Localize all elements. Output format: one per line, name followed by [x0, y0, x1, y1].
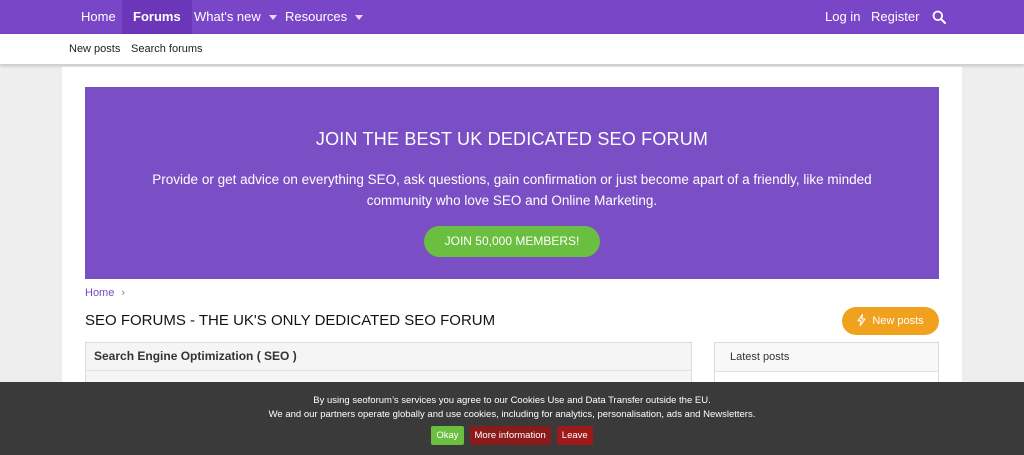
cookie-consent-bar: By using seoforum’s services you agree t…: [0, 382, 1024, 455]
sub-navigation: New posts Search forums: [0, 34, 1024, 65]
cookie-okay-button[interactable]: Okay: [431, 426, 464, 445]
cookie-leave-button[interactable]: Leave: [556, 426, 593, 445]
register-label: Register: [871, 9, 920, 24]
page-title: SEO FORUMS - THE UK'S ONLY DEDICATED SEO…: [85, 312, 496, 329]
nav-resources[interactable]: Resources: [274, 0, 374, 34]
new-posts-label: New posts: [872, 315, 924, 327]
cookie-notice-line-1: By using seoforum’s services you agree t…: [313, 395, 711, 406]
top-navigation: Home Forums What's new Resources Log in …: [0, 0, 1024, 34]
login-label: Log in: [825, 9, 861, 24]
bolt-icon: [857, 314, 866, 326]
subnav-search-forums[interactable]: Search forums: [131, 34, 203, 64]
cookie-buttons: Okay More information Leave: [0, 426, 1024, 445]
nav-whats-new[interactable]: What's new: [183, 0, 288, 34]
nav-home-label: Home: [81, 9, 116, 24]
chevron-down-icon[interactable]: [355, 15, 364, 21]
new-posts-button[interactable]: New posts: [842, 307, 939, 335]
search-icon[interactable]: [932, 10, 946, 24]
nav-home[interactable]: Home: [70, 0, 127, 34]
register-link[interactable]: Register: [860, 0, 930, 34]
nav-forums[interactable]: Forums: [122, 0, 192, 34]
cookie-more-info-button[interactable]: More information: [469, 426, 551, 445]
join-members-button[interactable]: JOIN 50,000 MEMBERS!: [424, 226, 600, 257]
subnav-new-posts[interactable]: New posts: [69, 34, 120, 64]
breadcrumb: Home ›: [85, 287, 125, 299]
nav-resources-label: Resources: [285, 9, 348, 24]
breadcrumb-home[interactable]: Home: [85, 287, 114, 299]
cookie-notice-line-2: We and our partners operate globally and…: [268, 409, 756, 420]
banner-text: Provide or get advice on everything SEO,…: [152, 172, 872, 208]
nav-whats-new-label: What's new: [194, 9, 261, 24]
forum-category-title[interactable]: Search Engine Optimization ( SEO ): [86, 343, 691, 371]
nav-forums-label: Forums: [133, 9, 181, 24]
breadcrumb-separator: ›: [121, 287, 126, 299]
join-banner: JOIN THE BEST UK DEDICATED SEO FORUM Pro…: [85, 87, 939, 279]
banner-title: JOIN THE BEST UK DEDICATED SEO FORUM: [315, 129, 709, 149]
latest-posts-title: Latest posts: [715, 343, 938, 372]
